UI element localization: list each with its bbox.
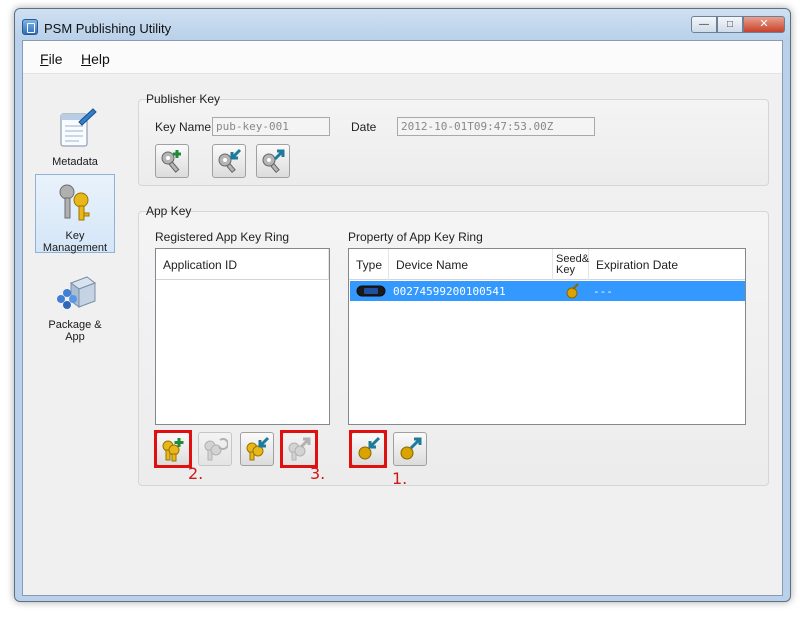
main-window: PSM Publishing Utility — □ ✕ File Help M… [14, 8, 791, 602]
package-icon [57, 276, 97, 309]
nav-item-key-management[interactable]: Key Management [35, 174, 115, 254]
publisher-key-title: Publisher Key [146, 92, 221, 106]
column-application-id[interactable]: Application ID [156, 249, 329, 280]
notepad-pen-icon [60, 108, 97, 147]
key-name-label: Key Name [155, 120, 212, 134]
property-app-key-list[interactable]: Type Device Name Seed& Key Expiration Da… [348, 248, 746, 425]
seed-key-cell [556, 281, 590, 301]
column-seed-key[interactable]: Seed& Key [553, 249, 589, 280]
highlight-box-1 [349, 430, 387, 468]
key-add-icon [161, 150, 181, 173]
expiration-date-cell: --- [593, 284, 613, 298]
maximize-button[interactable]: □ [717, 16, 743, 33]
app-key-group: App Key Registered App Key Ring Property… [138, 204, 769, 486]
nav-label-package-app: Package & App [48, 319, 102, 343]
import-publisher-key-button[interactable] [212, 144, 246, 178]
client-area: File Help Metadata Key Management Packag… [22, 40, 783, 596]
date-label: Date [351, 120, 377, 134]
nav-item-package-app[interactable]: Package & App [35, 264, 115, 344]
column-expiration-date[interactable]: Expiration Date [589, 249, 745, 280]
title-bar[interactable]: PSM Publishing Utility — □ ✕ [15, 9, 790, 39]
close-button[interactable]: ✕ [743, 16, 785, 33]
annotation-3: 3. [310, 464, 326, 483]
column-type[interactable]: Type [349, 249, 389, 280]
menu-file-accel: F [40, 51, 49, 67]
menu-file-label: ile [48, 51, 63, 67]
close-icon: ✕ [759, 18, 769, 30]
export-seed-key-button[interactable] [393, 432, 427, 466]
menu-bar: File Help [23, 41, 782, 74]
menu-help-accel: H [81, 51, 92, 67]
create-publisher-key-button[interactable] [155, 144, 189, 178]
table-row[interactable]: 00274599200100541 --- [350, 281, 745, 301]
nav-item-metadata[interactable]: Metadata [35, 101, 115, 179]
column-device-name[interactable]: Device Name [389, 249, 553, 280]
seed-export-icon [400, 437, 422, 460]
annotation-2: 2. [188, 464, 204, 483]
export-publisher-key-button[interactable] [256, 144, 290, 178]
keys-refresh-icon [204, 438, 228, 461]
registered-list-header: Application ID [156, 249, 329, 280]
window-title: PSM Publishing Utility [44, 21, 172, 36]
device-name-cell: 00274599200100541 [393, 284, 506, 298]
app-key-title: App Key [146, 204, 192, 218]
key-export-icon [262, 149, 285, 174]
seed-key-icon [566, 283, 579, 299]
maximize-icon: □ [726, 18, 734, 30]
window-controls: — □ ✕ [691, 16, 785, 33]
keys-import-icon [246, 436, 270, 461]
key-import-icon [218, 148, 242, 174]
type-cell [354, 281, 388, 301]
refresh-app-key-ring-button[interactable] [198, 432, 232, 466]
menu-file[interactable]: File [40, 51, 63, 67]
highlight-box-2 [154, 430, 192, 468]
app-icon [22, 19, 38, 35]
property-app-key-ring-label: Property of App Key Ring [348, 230, 483, 244]
publisher-key-group: Publisher Key Key Name pub-key-001 Date … [138, 92, 769, 186]
registered-app-key-ring-label: Registered App Key Ring [155, 230, 290, 244]
import-app-key-ring-button[interactable] [240, 432, 274, 466]
handheld-device-icon [356, 285, 386, 297]
menu-help-label: elp [91, 51, 110, 67]
highlight-box-3 [280, 430, 318, 468]
registered-app-key-list[interactable]: Application ID [155, 248, 330, 425]
nav-label-key-management: Key Management [42, 230, 108, 254]
nav-label-metadata: Metadata [52, 156, 98, 168]
key-name-field[interactable]: pub-key-001 [212, 117, 330, 136]
minimize-icon: — [699, 18, 709, 30]
annotation-1: 1. [392, 469, 408, 488]
minimize-button[interactable]: — [691, 16, 717, 33]
menu-help[interactable]: Help [81, 51, 110, 67]
property-list-header: Type Device Name Seed& Key Expiration Da… [349, 249, 745, 280]
date-field[interactable]: 2012-10-01T09:47:53.00Z [397, 117, 595, 136]
key-ring-icon [59, 184, 90, 221]
